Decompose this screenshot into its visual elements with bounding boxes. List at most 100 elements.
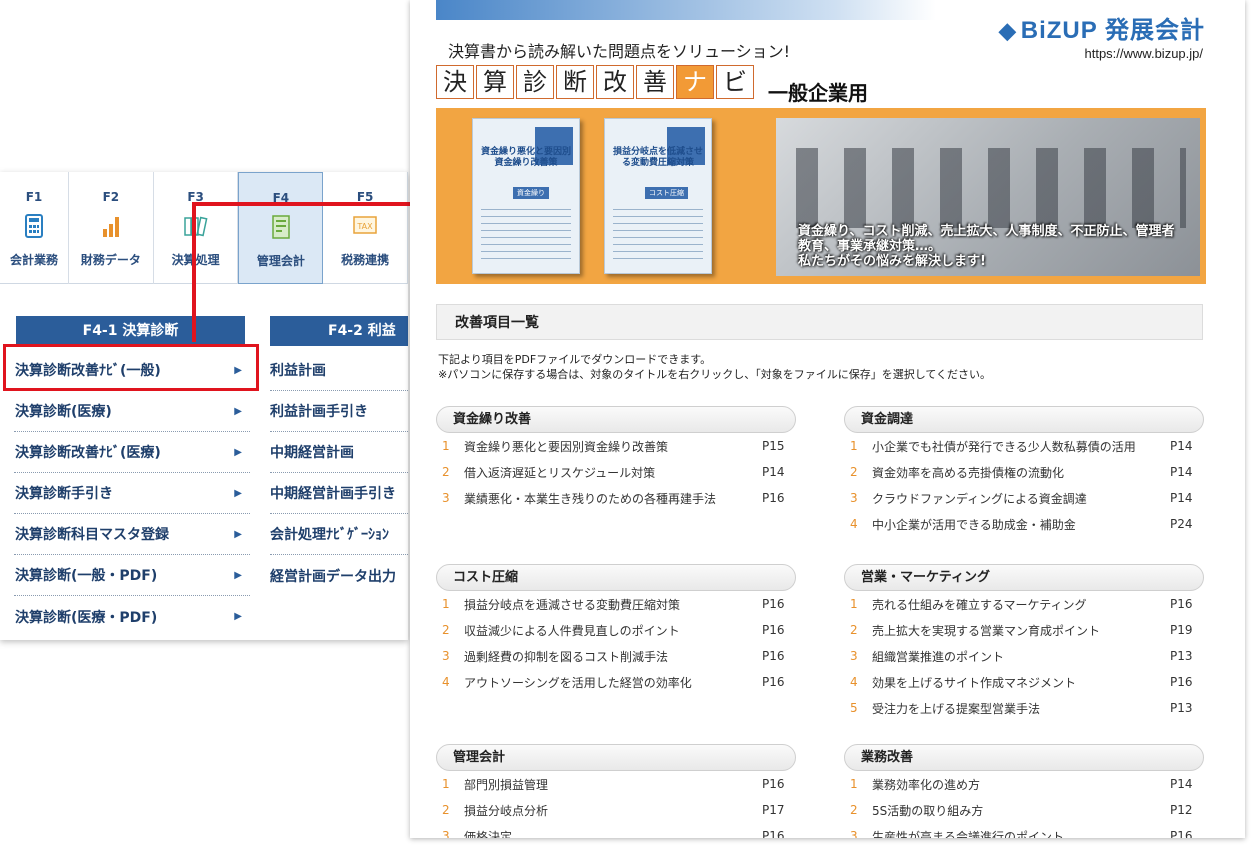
pdf-link-row[interactable]: 1 業務効率化の進め方 P14 <box>844 771 1204 797</box>
caption-line: 私たちがその悩みを解決します! <box>798 254 986 269</box>
item-title-link[interactable]: 部門別損益管理 <box>464 776 762 793</box>
booklet-title: 損益分岐点を低減させる変動費圧縮対策 <box>612 147 703 168</box>
pdf-link-row[interactable]: 5 受注力を上げる提案型営業手法 P13 <box>844 695 1204 721</box>
category-block: コスト圧縮 1 損益分岐点を逓減させる変動費圧縮対策 P16 2 収益減少による人件費見直… <box>436 564 796 695</box>
pdf-link-row[interactable]: 3 クラウドファンディングによる資金調達 P14 <box>844 485 1204 511</box>
caption-line: 教育、事業承継対策…。 <box>798 239 942 254</box>
pdf-link-row[interactable]: 2 借入返済遅延とリスケジュール対策 P14 <box>436 459 796 485</box>
menu-item-kessan-iryo[interactable]: 決算診断(医療) ▶ <box>14 391 250 432</box>
pdf-link-row[interactable]: 1 売れる仕組みを確立するマーケティング P16 <box>844 591 1204 617</box>
fkey-number: F2 <box>102 190 120 204</box>
improvement-list-heading: 改善項目一覧 <box>436 304 1203 340</box>
menu-list-f4-1: 決算診断改善ﾅﾋﾞ(一般) ▶ 決算診断(医療) ▶ 決算診断改善ﾅﾋﾞ(医療) ▶ … <box>14 350 250 637</box>
item-title-link[interactable]: 売れる仕組みを確立するマーケティング <box>872 596 1170 613</box>
arrow-right-icon: ▶ <box>234 487 242 499</box>
fkey-f5[interactable]: F5 TAX 税務連携 <box>323 172 408 284</box>
item-page-count: P24 <box>1170 517 1193 531</box>
hero-banner: 資金繰り悪化と要因別資金繰り改善策 資金繰り 損益分岐点を低減させる変動費圧縮対… <box>436 108 1206 284</box>
item-title-link[interactable]: アウトソーシングを活用した経営の効率化 <box>464 674 762 691</box>
menu-item-chuki-keikaku[interactable]: 中期経営計画 <box>270 432 408 473</box>
menu-item-kessan-master[interactable]: 決算診断科目マスタ登録 ▶ <box>14 514 250 555</box>
title-char: 改 <box>596 65 634 99</box>
pdf-link-row[interactable]: 2 資金効率を高める売掛債権の流動化 P14 <box>844 459 1204 485</box>
pdf-link-row[interactable]: 3 価格決定 P16 <box>436 823 796 838</box>
menu-item-kessan-navi-iryo[interactable]: 決算診断改善ﾅﾋﾞ(医療) ▶ <box>14 432 250 473</box>
pdf-link-row[interactable]: 4 アウトソーシングを活用した経営の効率化 P16 <box>436 669 796 695</box>
pdf-link-row[interactable]: 2 収益減少による人件費見直しのポイント P16 <box>436 617 796 643</box>
website-url: https://www.bizup.jp/ <box>1084 46 1204 61</box>
category-block: 管理会計 1 部門別損益管理 P16 2 損益分岐点分析 P17 3 価格決定 P16 <box>436 744 796 838</box>
booklet-subtitle: 資金繰り <box>513 187 549 199</box>
item-title-link[interactable]: 中小企業が活用できる助成金・補助金 <box>872 516 1170 533</box>
item-number: 2 <box>850 623 858 637</box>
pdf-link-row[interactable]: 3 業績悪化・本業生き残りのための各種再建手法 P16 <box>436 485 796 511</box>
item-title-link[interactable]: 収益減少による人件費見直しのポイント <box>464 622 762 639</box>
fkey-f3[interactable]: F3 決算処理 <box>154 172 239 284</box>
menu-item-label: 決算診断(一般・PDF) <box>15 568 158 584</box>
category-block: 業務改善 1 業務効率化の進め方 P14 2 5S活動の取り組み方 P12 3 生産性が高まる会… <box>844 744 1204 838</box>
item-title-link[interactable]: 5S活動の取り組み方 <box>872 802 1170 819</box>
section-header-f4-2: F4-2 利益 <box>270 316 408 346</box>
item-number: 1 <box>850 597 858 611</box>
menu-item-chuki-guide[interactable]: 中期経営計画手引き <box>270 473 408 514</box>
pdf-link-row[interactable]: 4 効果を上げるサイト作成マネジメント P16 <box>844 669 1204 695</box>
fkey-number: F4 <box>272 191 290 205</box>
pdf-link-row[interactable]: 1 小企業でも社債が発行できる少人数私募債の活用 P14 <box>844 433 1204 459</box>
pdf-link-row[interactable]: 2 売上拡大を実現する営業マン育成ポイント P19 <box>844 617 1204 643</box>
fkey-f4[interactable]: F4 管理会計 <box>238 172 324 284</box>
fkey-f2[interactable]: F2 財務データ <box>69 172 154 284</box>
item-title-link[interactable]: 借入返済遅延とリスケジュール対策 <box>464 464 762 481</box>
menu-item-keiei-export[interactable]: 経営計画データ出力 <box>270 555 408 596</box>
item-title-link[interactable]: クラウドファンディングによる資金調達 <box>872 490 1170 507</box>
pdf-link-row[interactable]: 2 損益分岐点分析 P17 <box>436 797 796 823</box>
document-title: 決 算 診 断 改 善 ナ ビ <box>436 65 754 99</box>
pdf-link-row[interactable]: 3 生産性が高まる会議進行のポイント P16 <box>844 823 1204 838</box>
item-title-link[interactable]: 業務効率化の進め方 <box>872 776 1170 793</box>
item-page-count: P16 <box>762 623 785 637</box>
category-title: コスト圧縮 <box>436 564 796 591</box>
item-number: 4 <box>850 517 858 531</box>
item-title-link[interactable]: 価格決定 <box>464 828 762 839</box>
pdf-link-row[interactable]: 3 組織営業推進のポイント P13 <box>844 643 1204 669</box>
pdf-link-row[interactable]: 3 過剰経費の抑制を図るコスト削減手法 P16 <box>436 643 796 669</box>
arrow-right-icon: ▶ <box>234 611 242 622</box>
category-title: 業務改善 <box>844 744 1204 771</box>
item-title-link[interactable]: 売上拡大を実現する営業マン育成ポイント <box>872 622 1170 639</box>
item-number: 2 <box>442 623 450 637</box>
pdf-link-row[interactable]: 2 5S活動の取り組み方 P12 <box>844 797 1204 823</box>
menu-item-kessan-iryo-pdf[interactable]: 決算診断(医療・PDF) ▶ <box>14 596 250 637</box>
fkey-number: F1 <box>25 190 43 204</box>
item-title-link[interactable]: 効果を上げるサイト作成マネジメント <box>872 674 1170 691</box>
pdf-link-row[interactable]: 1 損益分岐点を逓減させる変動費圧縮対策 P16 <box>436 591 796 617</box>
item-number: 1 <box>442 439 450 453</box>
item-title-link[interactable]: 損益分岐点分析 <box>464 802 762 819</box>
pdf-link-row[interactable]: 1 資金繰り悪化と要因別資金繰り改善策 P15 <box>436 433 796 459</box>
item-title-link[interactable]: 資金効率を高める売掛債権の流動化 <box>872 464 1170 481</box>
item-title-link[interactable]: 受注力を上げる提案型営業手法 <box>872 700 1170 717</box>
menu-item-label: 利益計画 <box>270 363 326 379</box>
menu-item-kessan-ippan-pdf[interactable]: 決算診断(一般・PDF) ▶ <box>14 555 250 596</box>
item-title-link[interactable]: 業績悪化・本業生き残りのための各種再建手法 <box>464 490 762 507</box>
fkey-label: 管理会計 <box>256 254 305 268</box>
menu-item-kessan-guide[interactable]: 決算診断手引き ▶ <box>14 473 250 514</box>
pdf-link-row[interactable]: 4 中小企業が活用できる助成金・補助金 P24 <box>844 511 1204 537</box>
item-title-link[interactable]: 小企業でも社債が発行できる少人数私募債の活用 <box>872 438 1170 455</box>
item-number: 3 <box>442 829 450 838</box>
item-title-link[interactable]: 損益分岐点を逓減させる変動費圧縮対策 <box>464 596 762 613</box>
menu-item-rieki-keikaku[interactable]: 利益計画 <box>270 350 408 391</box>
item-title-link[interactable]: 組織営業推進のポイント <box>872 648 1170 665</box>
menu-item-kaikei-navi[interactable]: 会計処理ﾅﾋﾞｹﾞｰｼｮﾝ <box>270 514 408 555</box>
fkey-number: F3 <box>187 190 204 204</box>
item-title-link[interactable]: 生産性が高まる会議進行のポイント <box>872 828 1170 839</box>
caption-line: 資金繰り、コスト削減、売上拡大、人事制度、不正防止、管理者 <box>798 224 1175 239</box>
fkey-label: 会計業務 <box>9 253 58 267</box>
item-title-link[interactable]: 資金繰り悪化と要因別資金繰り改善策 <box>464 438 762 455</box>
fkey-f1[interactable]: F1 会計業務 <box>0 172 69 284</box>
category-block: 資金繰り改善 1 資金繰り悪化と要因別資金繰り改善策 P15 2 借入返済遅延とリスケジュ… <box>436 406 796 511</box>
item-number: 3 <box>850 491 858 505</box>
item-title-link[interactable]: 過剰経費の抑制を図るコスト削減手法 <box>464 648 762 665</box>
item-number: 3 <box>850 829 858 838</box>
booklet-cover: 損益分岐点を低減させる変動費圧縮対策 コスト圧縮 <box>604 118 712 274</box>
menu-item-rieki-guide[interactable]: 利益計画手引き <box>270 391 408 432</box>
pdf-link-row[interactable]: 1 部門別損益管理 P16 <box>436 771 796 797</box>
